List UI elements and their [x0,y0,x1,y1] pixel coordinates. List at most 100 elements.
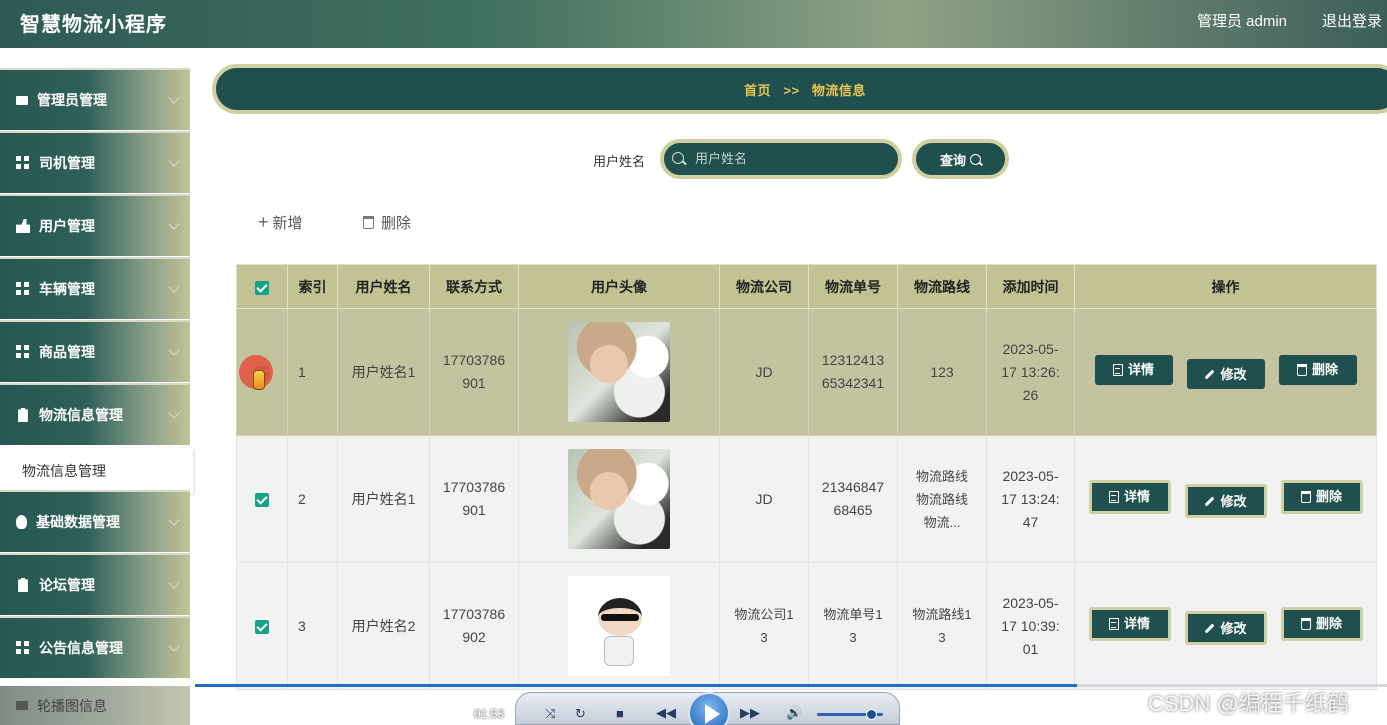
detail-button[interactable]: 详情 [1088,479,1171,514]
index-cell: 2 [287,435,338,563]
fast-forward-icon[interactable]: ▶▶ [740,705,760,721]
query-button-label: 查询 [939,152,966,168]
sidebar-item-label: 论坛管理 [39,577,95,593]
sidebar-item-label: 基础数据管理 [36,514,120,530]
time-line: 2023-05- [1002,594,1059,611]
shuffle-icon[interactable]: ⤨ [545,706,555,722]
phone-cell: 17703786 901 [429,435,519,563]
column-header: 联系方式 [429,264,519,309]
user-avatar-image[interactable] [568,322,670,422]
delete-button[interactable]: 删除 [1280,479,1363,514]
delete-button[interactable]: 删除 [1280,606,1363,641]
plus-icon: + [258,212,269,232]
search-input[interactable] [695,151,885,166]
route-cell: 物流路线1 3 [897,562,987,690]
volume-knob[interactable] [866,709,877,720]
sidebar-item-label: 司机管理 [39,155,95,171]
avatar-cell [518,308,720,436]
table-row[interactable]: 3 用户姓名2 17703786 902 物流公司1 3 物流单号1 3 物流路线1 3… [236,562,1377,690]
table-row[interactable]: 2 用户姓名1 17703786 901 JD 21346847 68465 物流路… [236,435,1377,563]
bulb-icon [16,515,27,529]
sidebar-item-driver[interactable]: 司机管理 [0,131,190,193]
clipboard-check-icon [18,578,28,592]
select-all-cell[interactable] [236,264,288,309]
order-line: 21346847 [821,479,885,495]
route-line: 物流路线 [915,491,968,507]
user-avatar-image[interactable] [568,576,670,676]
edit-button[interactable]: 修改 [1186,359,1265,390]
company-line: 3 [760,630,768,645]
company-line: 物流公司1 [734,607,794,622]
route-line: 3 [938,630,946,645]
current-user-label: 管理员 admin [1197,13,1288,30]
phone-cell: 17703786 901 [429,308,519,436]
time-line: 01 [1022,640,1039,657]
add-button-label: 新增 [272,215,303,232]
sidebar-item-forum[interactable]: 论坛管理 [0,553,190,615]
detail-button[interactable]: 详情 [1088,606,1171,641]
document-icon [1112,363,1123,376]
order-cell: 物流单号1 3 [808,562,898,690]
sidebar-item-logistics[interactable]: 物流信息管理 [0,383,190,445]
top-header: 智慧物流小程序 管理员 admin 退出登录 [0,0,1387,48]
company-line: JD [755,363,773,380]
user-avatar-image[interactable] [568,449,670,549]
sidebar-subitem-logistics-info[interactable]: 物流信息管理 [0,448,193,494]
sidebar-item-label: 用户管理 [39,218,95,234]
delete-label: 删除 [1315,489,1342,505]
user-icon [16,219,30,233]
trash-icon [1300,490,1311,503]
row-checkbox-cell[interactable] [236,562,288,690]
order-line: 68465 [833,502,873,518]
edit-button[interactable]: 修改 [1184,484,1267,519]
add-button[interactable]: + 新增 [258,212,303,233]
batch-delete-button[interactable]: 删除 [363,212,411,233]
actions-cell: 详情 修改 删除 [1074,562,1377,690]
column-header: 物流公司 [719,264,809,309]
phone-line: 17703786 [442,352,506,368]
hand-cursor-icon [253,370,265,390]
time-line: 17 10:39: [1001,617,1060,634]
sidebar-item-notice[interactable]: 公告信息管理 [0,616,190,678]
watermark: CSDN @编程千纸鹤 [1148,691,1349,716]
sidebar-item-admin[interactable]: 管理员管理 [0,68,190,130]
sidebar-item-label: 物流信息管理 [39,407,123,423]
select-all-checkbox[interactable] [255,280,269,295]
repeat-icon[interactable]: ↻ [575,706,586,722]
sidebar-item-vehicle[interactable]: 车辆管理 [0,257,190,319]
table-row[interactable]: 1 用户姓名1 17703786 901 JD 12312413 65342341 … [236,308,1377,436]
trash-icon [1296,363,1307,376]
time-cell: 2023-05- 17 13:24: 47 [986,435,1075,563]
edit-button[interactable]: 修改 [1184,611,1267,646]
company-line: JD [755,490,773,507]
row-checkbox-cell[interactable] [236,435,288,563]
stop-icon[interactable]: ■ [616,706,624,721]
video-progress-fill [195,684,1078,687]
breadcrumb-home[interactable]: 首页 [744,83,771,98]
row-checkbox[interactable] [255,492,269,507]
sidebar-item-carousel[interactable]: 轮播图信息 [0,686,190,725]
cartoon-glasses [601,614,639,621]
time-line: 17 13:24: [1001,490,1060,507]
logout-button[interactable]: 退出登录 [1322,10,1382,31]
detail-button[interactable]: 详情 [1094,354,1173,385]
name-cell: 用户姓名1 [337,435,430,563]
volume-icon[interactable]: 🔊 [786,705,802,721]
rewind-icon[interactable]: ◀◀ [656,705,676,721]
phone-cell: 17703786 902 [429,562,519,690]
order-line: 12312413 [821,352,885,368]
row-checkbox[interactable] [255,619,269,634]
chevron-down-icon [168,407,180,419]
name-cell: 用户姓名2 [337,562,430,690]
query-button[interactable]: 查询 [912,139,1009,179]
route-line: 物流... [923,514,961,530]
chevron-down-icon [168,640,180,652]
sidebar-item-user[interactable]: 用户管理 [0,194,190,256]
index-cell: 1 [287,308,338,436]
delete-label: 删除 [1311,362,1338,378]
sidebar-item-goods[interactable]: 商品管理 [0,320,190,382]
sidebar-item-basic-data[interactable]: 基础数据管理 [0,490,190,552]
delete-button[interactable]: 删除 [1278,354,1357,385]
breadcrumb-current: 物流信息 [811,83,866,98]
route-cell: 物流路线 物流路线 物流... [897,435,987,563]
